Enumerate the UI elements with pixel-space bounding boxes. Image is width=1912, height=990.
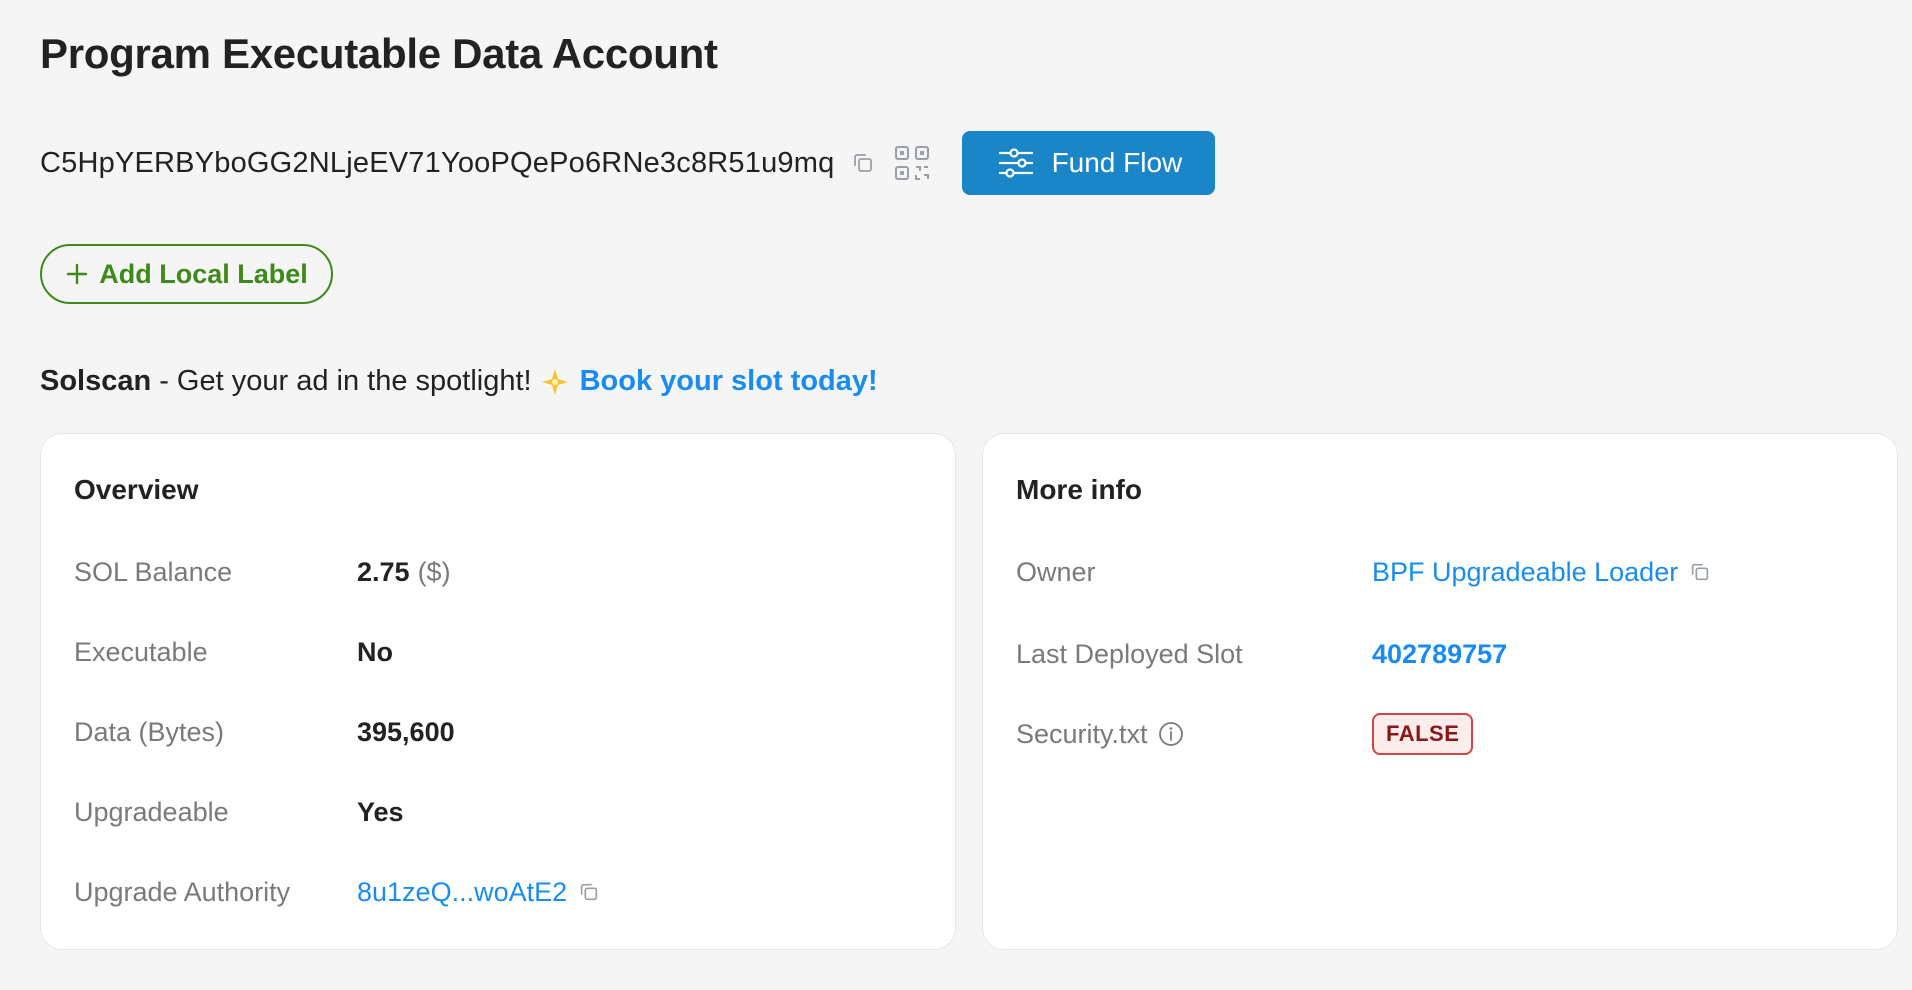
last-deployed-slot-label: Last Deployed Slot — [1016, 638, 1243, 669]
security-txt-label: Security.txt — [1016, 718, 1148, 749]
upgradeable-value: Yes — [357, 796, 404, 827]
fund-flow-label: Fund Flow — [1051, 147, 1183, 178]
fund-flow-button[interactable]: Fund Flow — [962, 131, 1216, 195]
executable-label: Executable — [74, 636, 208, 667]
overview-card: Overview SOL Balance 2.75 ($) Executable… — [40, 433, 956, 950]
account-address: C5HpYERBYboGG2NLjeEV71YooPQePo6RNe3c8R51… — [40, 146, 835, 179]
plus-icon — [65, 262, 89, 286]
sol-balance-label: SOL Balance — [74, 556, 233, 587]
security-txt-badge: FALSE — [1372, 713, 1474, 755]
upgradeable-row: Upgradeable Yes — [74, 792, 922, 832]
more-info-title: More info — [1016, 474, 1142, 505]
last-deployed-slot-row: Last Deployed Slot 402789757 — [1016, 634, 1864, 674]
overview-title: Overview — [74, 474, 199, 505]
ad-cta-link[interactable]: Book your slot today! — [580, 365, 878, 398]
upgradeable-label: Upgradeable — [74, 796, 229, 827]
fund-flow-icon — [996, 143, 1036, 183]
owner-label: Owner — [1016, 556, 1096, 587]
sol-balance-row: SOL Balance 2.75 ($) — [74, 552, 922, 592]
owner-link[interactable]: BPF Upgradeable Loader — [1372, 557, 1678, 588]
ad-text: - Get your ad in the spotlight! — [159, 365, 532, 397]
upgrade-authority-row: Upgrade Authority 8u1zeQ...woAtE2 — [74, 872, 922, 912]
copy-icon[interactable] — [577, 880, 601, 904]
last-deployed-slot-link[interactable]: 402789757 — [1372, 639, 1507, 670]
owner-row: Owner BPF Upgradeable Loader — [1016, 552, 1864, 592]
ad-banner: Solscan - Get your ad in the spotlight! … — [40, 365, 878, 398]
add-local-label-text: Add Local Label — [99, 258, 308, 289]
more-info-card: More info Owner BPF Upgradeable Loader L… — [982, 433, 1898, 950]
sol-balance-usd: ($) — [417, 556, 451, 587]
address-row: C5HpYERBYboGG2NLjeEV71YooPQePo6RNe3c8R51… — [40, 131, 1216, 195]
security-txt-row: Security.txt FALSE — [1016, 713, 1864, 755]
add-local-label-button[interactable]: Add Local Label — [40, 244, 333, 304]
copy-icon[interactable] — [850, 150, 876, 176]
executable-value: No — [357, 636, 393, 667]
ad-brand: Solscan — [40, 365, 152, 397]
data-bytes-value: 395,600 — [357, 716, 455, 747]
sparkle-icon — [540, 367, 570, 397]
data-bytes-row: Data (Bytes) 395,600 — [74, 712, 922, 752]
info-icon[interactable] — [1158, 721, 1184, 747]
executable-row: Executable No — [74, 632, 922, 672]
qr-code-icon[interactable] — [894, 145, 930, 181]
upgrade-authority-link[interactable]: 8u1zeQ...woAtE2 — [357, 877, 567, 908]
upgrade-authority-label: Upgrade Authority — [74, 876, 291, 907]
copy-icon[interactable] — [1688, 560, 1712, 584]
data-bytes-label: Data (Bytes) — [74, 716, 225, 747]
page-title: Program Executable Data Account — [40, 30, 718, 77]
sol-balance-value: 2.75 — [357, 556, 410, 587]
